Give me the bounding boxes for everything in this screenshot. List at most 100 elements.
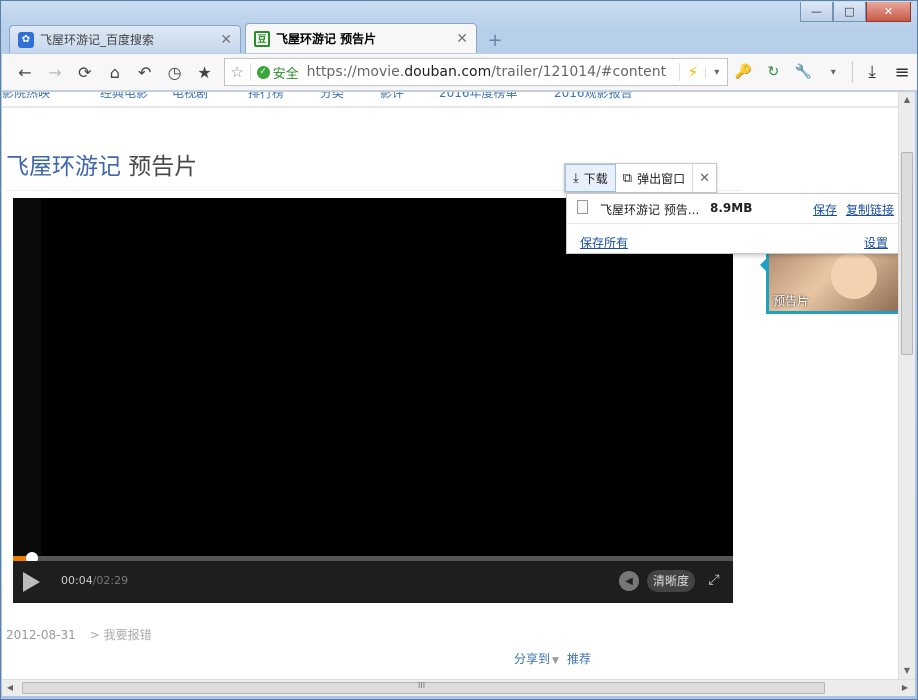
external-link-icon: ⧉	[622, 170, 633, 186]
scroll-left-icon[interactable]: ◀	[2, 680, 18, 696]
time-display: 00:04/02:29	[61, 574, 128, 587]
meta-row: 2012-08-31 > 我要报错	[6, 626, 152, 643]
fullscreen-icon[interactable]: ⤢	[705, 571, 723, 589]
toolbar-divider	[852, 61, 854, 83]
share-link[interactable]: 分享到	[514, 652, 550, 666]
save-link[interactable]: 保存	[813, 201, 837, 218]
lightning-icon[interactable]: ⚡	[679, 63, 705, 81]
download-tab-label: 下载	[583, 171, 608, 186]
tab-close-icon[interactable]: ✕	[220, 32, 232, 48]
copy-link-link[interactable]: 复制链接	[846, 201, 894, 218]
key-extension-icon[interactable]: 🔑	[728, 58, 758, 86]
home-button[interactable]: ⌂	[100, 58, 130, 86]
back-button[interactable]: ←	[10, 58, 40, 86]
share-row: 分享到 ▼ 推荐	[514, 650, 591, 667]
download-file-name: 飞屋环游记 预告...	[600, 203, 700, 217]
forward-button[interactable]: →	[40, 58, 70, 86]
download-icon[interactable]: ⤓	[857, 58, 887, 86]
window-controls: — □ ✕	[800, 2, 911, 22]
tab-label: 飞屋环游记 预告片	[276, 32, 377, 46]
new-tab-button[interactable]: +	[481, 27, 509, 53]
tab-baidu-search[interactable]: ✿ 飞屋环游记_百度搜索 ✕	[9, 25, 241, 53]
tab-label: 飞屋环游记_百度搜索	[40, 33, 155, 47]
report-error-link[interactable]: > 我要报错	[90, 628, 152, 642]
nav-link[interactable]: 2016观影报告	[554, 92, 633, 101]
url-text[interactable]: https://movie.douban.com/trailer/121014/…	[307, 64, 680, 80]
menu-icon[interactable]: ≡	[887, 58, 917, 86]
video-letterbox	[13, 198, 41, 558]
download-file-size: 8.9MB	[710, 201, 753, 215]
nav-link[interactable]: 分类	[320, 92, 344, 101]
file-icon	[577, 200, 588, 214]
extension-menu-icon[interactable]: ▾	[818, 58, 848, 86]
url-path: /trailer/121014/#content	[491, 64, 667, 80]
nav-link[interactable]: 2016年度榜单	[439, 92, 518, 101]
browser-toolbar: ← → ⟳ ⌂ ↶ ◷ ★ ☆ ✓ 安全 https://movie.douba…	[2, 54, 917, 91]
browser-window: — □ ✕ ✿ 飞屋环游记_百度搜索 ✕ 豆 飞屋环游记 预告片 ✕ + ← →…	[0, 0, 918, 700]
refresh-extension-icon[interactable]: ↻	[758, 58, 788, 86]
current-time: 00:04	[61, 574, 93, 587]
douban-icon: 豆	[254, 30, 270, 47]
secure-label: 安全	[272, 66, 299, 82]
reload-button[interactable]: ⟳	[70, 58, 100, 86]
nav-link[interactable]: 影评	[380, 92, 404, 101]
nav-link[interactable]: 影院热映	[2, 92, 50, 101]
nav-link[interactable]: 电视剧	[172, 92, 208, 101]
favorites-button[interactable]: ★	[190, 58, 220, 86]
scroll-right-icon[interactable]: ▶	[897, 680, 913, 696]
total-time: /02:29	[92, 574, 129, 587]
popout-tab-label: 弹出窗口	[637, 171, 686, 186]
top-nav: 影院热映 经典电影 电视剧 排行榜 分类 影评 2016年度榜单 2016观影报…	[2, 92, 898, 106]
publish-date: 2012-08-31	[6, 628, 76, 642]
download-arrow-icon: ⤓	[573, 170, 579, 186]
vertical-scroll-thumb[interactable]	[901, 152, 913, 355]
nav-divider	[2, 106, 898, 108]
bookmark-star-icon[interactable]: ☆	[225, 63, 251, 81]
thumbnail-label: 预告片	[773, 294, 810, 308]
scroll-up-icon[interactable]: ▲	[899, 92, 915, 108]
scroll-grip: III	[418, 681, 426, 690]
download-tab[interactable]: ⤓ 下载	[565, 164, 616, 192]
url-scheme: https://movie.	[306, 64, 405, 80]
character-thumbnail-image	[831, 253, 877, 299]
trailer-thumbnail[interactable]: 预告片	[766, 244, 898, 314]
vertical-scrollbar[interactable]: ▲ ▼	[898, 92, 915, 679]
horizontal-scrollbar[interactable]: ◀ III ▶	[2, 679, 915, 696]
web-page: 影院热映 经典电影 电视剧 排行榜 分类 影评 2016年度榜单 2016观影报…	[2, 92, 898, 679]
popup-close-icon[interactable]: ✕	[692, 164, 716, 192]
download-item: 飞屋环游记 预告... 8.9MB 保存 复制链接	[567, 194, 898, 224]
play-icon[interactable]	[23, 572, 40, 592]
recommend-link[interactable]: 推荐	[567, 652, 591, 666]
minimize-button[interactable]: —	[800, 2, 833, 22]
movie-title-link[interactable]: 飞屋环游记	[6, 154, 121, 180]
tab-douban-trailer[interactable]: 豆 飞屋环游记 预告片 ✕	[245, 23, 477, 53]
page-title-suffix: 预告片	[121, 154, 198, 180]
close-window-button[interactable]: ✕	[866, 2, 911, 22]
volume-icon[interactable]: ◀	[619, 571, 639, 591]
quality-button[interactable]: 清晰度	[647, 570, 696, 592]
horizontal-scroll-thumb[interactable]: III	[22, 681, 825, 694]
save-all-link[interactable]: 保存所有	[580, 234, 628, 251]
tab-close-icon[interactable]: ✕	[456, 31, 468, 47]
download-popup-tabs: ⤓ 下载 ⧉ 弹出窗口 ✕	[564, 163, 718, 193]
settings-link[interactable]: 设置	[864, 234, 888, 251]
address-bar[interactable]: ☆ ✓ 安全 https://movie.douban.com/trailer/…	[223, 58, 729, 86]
secure-lock-icon: ✓	[256, 65, 270, 79]
undo-close-button[interactable]: ↶	[130, 58, 160, 86]
player-controls: 00:04/02:29 ◀ 清晰度 ⤢	[13, 561, 733, 603]
scroll-down-icon[interactable]: ▼	[899, 663, 915, 679]
chevron-down-icon[interactable]: ▾	[705, 66, 727, 78]
share-caret-icon[interactable]: ▼	[552, 656, 559, 666]
popout-tab[interactable]: ⧉ 弹出窗口	[616, 164, 692, 192]
nav-link[interactable]: 排行榜	[248, 92, 284, 101]
page-title: 飞屋环游记 预告片	[6, 147, 197, 181]
download-panel: 飞屋环游记 预告... 8.9MB 保存 复制链接 保存所有 设置	[566, 193, 899, 254]
maximize-button[interactable]: □	[833, 2, 866, 22]
video-player[interactable]: 00:04/02:29 ◀ 清晰度 ⤢	[13, 198, 733, 603]
url-host: douban.com	[404, 64, 492, 80]
history-button[interactable]: ◷	[160, 58, 190, 86]
nav-link[interactable]: 经典电影	[100, 92, 148, 101]
baidu-paw-icon: ✿	[18, 31, 34, 48]
tab-bar: ✿ 飞屋环游记_百度搜索 ✕ 豆 飞屋环游记 预告片 ✕ +	[9, 23, 509, 53]
wrench-extension-icon[interactable]: 🔧	[788, 58, 818, 86]
